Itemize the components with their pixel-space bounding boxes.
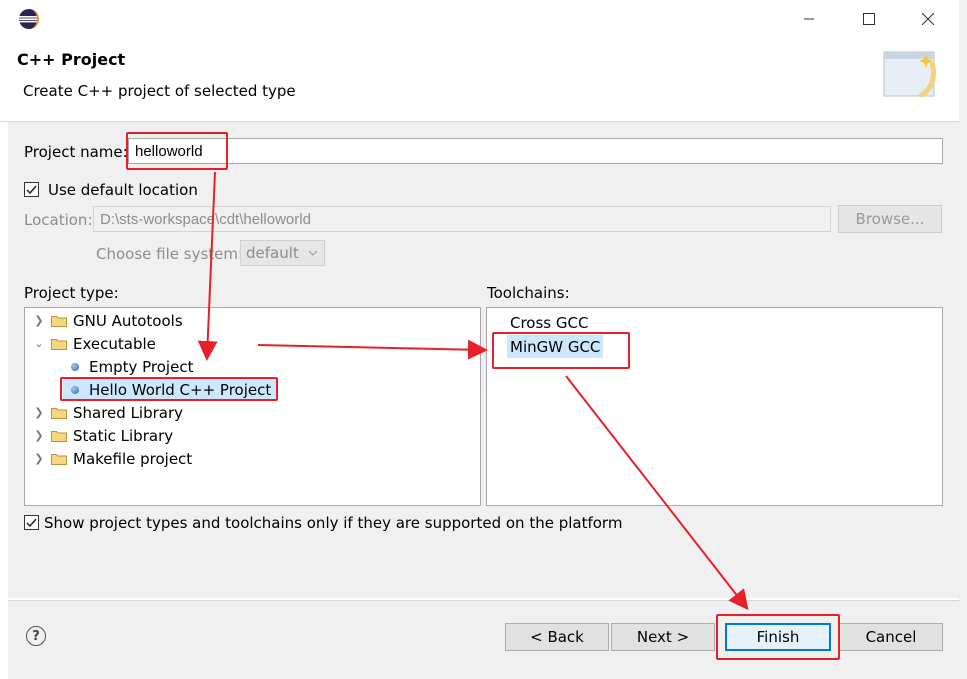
use-default-location-checkbox[interactable] <box>24 182 39 197</box>
project-template-icon <box>71 385 79 394</box>
maximize-icon <box>863 13 875 25</box>
tree-item-empty-project[interactable]: Empty Project <box>71 355 193 378</box>
toolchains-list[interactable]: Cross GCC MinGW GCC <box>486 307 943 506</box>
project-name-label: Project name: <box>24 143 128 161</box>
folder-icon <box>51 430 67 442</box>
tree-item-executable[interactable]: ⌄ Executable <box>33 332 156 355</box>
folder-icon <box>51 315 67 327</box>
checkmark-icon <box>26 518 37 528</box>
help-icon[interactable]: ? <box>26 626 46 646</box>
chevron-right-icon[interactable]: ❯ <box>33 406 45 419</box>
chevron-right-icon[interactable]: ❯ <box>33 314 45 327</box>
chevron-right-icon[interactable]: ❯ <box>33 429 45 442</box>
toolchain-item-mingw-gcc[interactable]: MinGW GCC <box>507 335 604 358</box>
maximize-button[interactable] <box>846 0 892 38</box>
finish-button[interactable]: Finish <box>725 623 831 651</box>
chevron-down-icon <box>308 250 318 256</box>
chevron-right-icon[interactable]: ❯ <box>33 452 45 465</box>
close-icon <box>922 13 934 25</box>
folder-icon <box>51 407 67 419</box>
tree-item-label: Makefile project <box>73 449 193 468</box>
new-project-dialog: C++ Project Create C++ project of select… <box>0 0 960 679</box>
chevron-down-icon[interactable]: ⌄ <box>33 337 45 350</box>
page-subtitle: Create C++ project of selected type <box>23 82 296 100</box>
use-default-location-label: Use default location <box>48 181 198 199</box>
tree-item-label: Hello World C++ Project <box>89 380 272 399</box>
project-template-icon <box>71 362 79 371</box>
tree-item-gnu-autotools[interactable]: ❯ GNU Autotools <box>33 309 183 332</box>
toolchains-label: Toolchains: <box>487 284 570 302</box>
cancel-button[interactable]: Cancel <box>839 623 943 651</box>
tree-item-label: GNU Autotools <box>73 311 183 330</box>
minimize-button[interactable] <box>786 0 832 38</box>
checkmark-icon <box>26 185 37 195</box>
project-name-input[interactable] <box>128 138 943 164</box>
close-button[interactable] <box>905 0 951 38</box>
file-system-value: default <box>246 244 299 262</box>
file-system-label: Choose file system: <box>96 245 244 263</box>
show-supported-checkbox[interactable] <box>24 515 39 530</box>
tree-item-label: Static Library <box>73 426 174 445</box>
page-title: C++ Project <box>17 50 126 69</box>
browse-button[interactable]: Browse... <box>838 205 942 233</box>
project-type-label: Project type: <box>24 284 119 302</box>
tree-item-makefile-project[interactable]: ❯ Makefile project <box>33 447 192 470</box>
location-input[interactable] <box>93 206 831 232</box>
project-type-tree[interactable]: ❯ GNU Autotools ⌄ Executable Empty Proje… <box>24 307 481 506</box>
toolchain-label: MinGW GCC <box>510 337 601 356</box>
toolchain-item-cross-gcc[interactable]: Cross GCC <box>510 311 588 334</box>
minimize-icon <box>804 18 814 20</box>
file-system-select[interactable]: default <box>240 240 325 266</box>
tree-item-label: Shared Library <box>73 403 184 422</box>
folder-open-icon <box>51 338 67 350</box>
wizard-banner-icon <box>883 51 936 99</box>
tree-item-shared-library[interactable]: ❯ Shared Library <box>33 401 183 424</box>
eclipse-icon <box>19 9 39 29</box>
tree-item-hello-world-cpp-project[interactable]: Hello World C++ Project <box>63 378 278 401</box>
toolchain-label: Cross GCC <box>510 313 589 332</box>
tree-item-label: Empty Project <box>89 357 194 376</box>
background-window-edge <box>959 0 967 679</box>
folder-icon <box>51 453 67 465</box>
back-button[interactable]: < Back <box>505 623 609 651</box>
show-supported-label: Show project types and toolchains only i… <box>44 514 623 532</box>
title-bar <box>0 0 959 38</box>
tree-item-label: Executable <box>73 334 156 353</box>
tree-item-static-library[interactable]: ❯ Static Library <box>33 424 173 447</box>
location-label: Location: <box>24 211 93 229</box>
next-button[interactable]: Next > <box>611 623 715 651</box>
